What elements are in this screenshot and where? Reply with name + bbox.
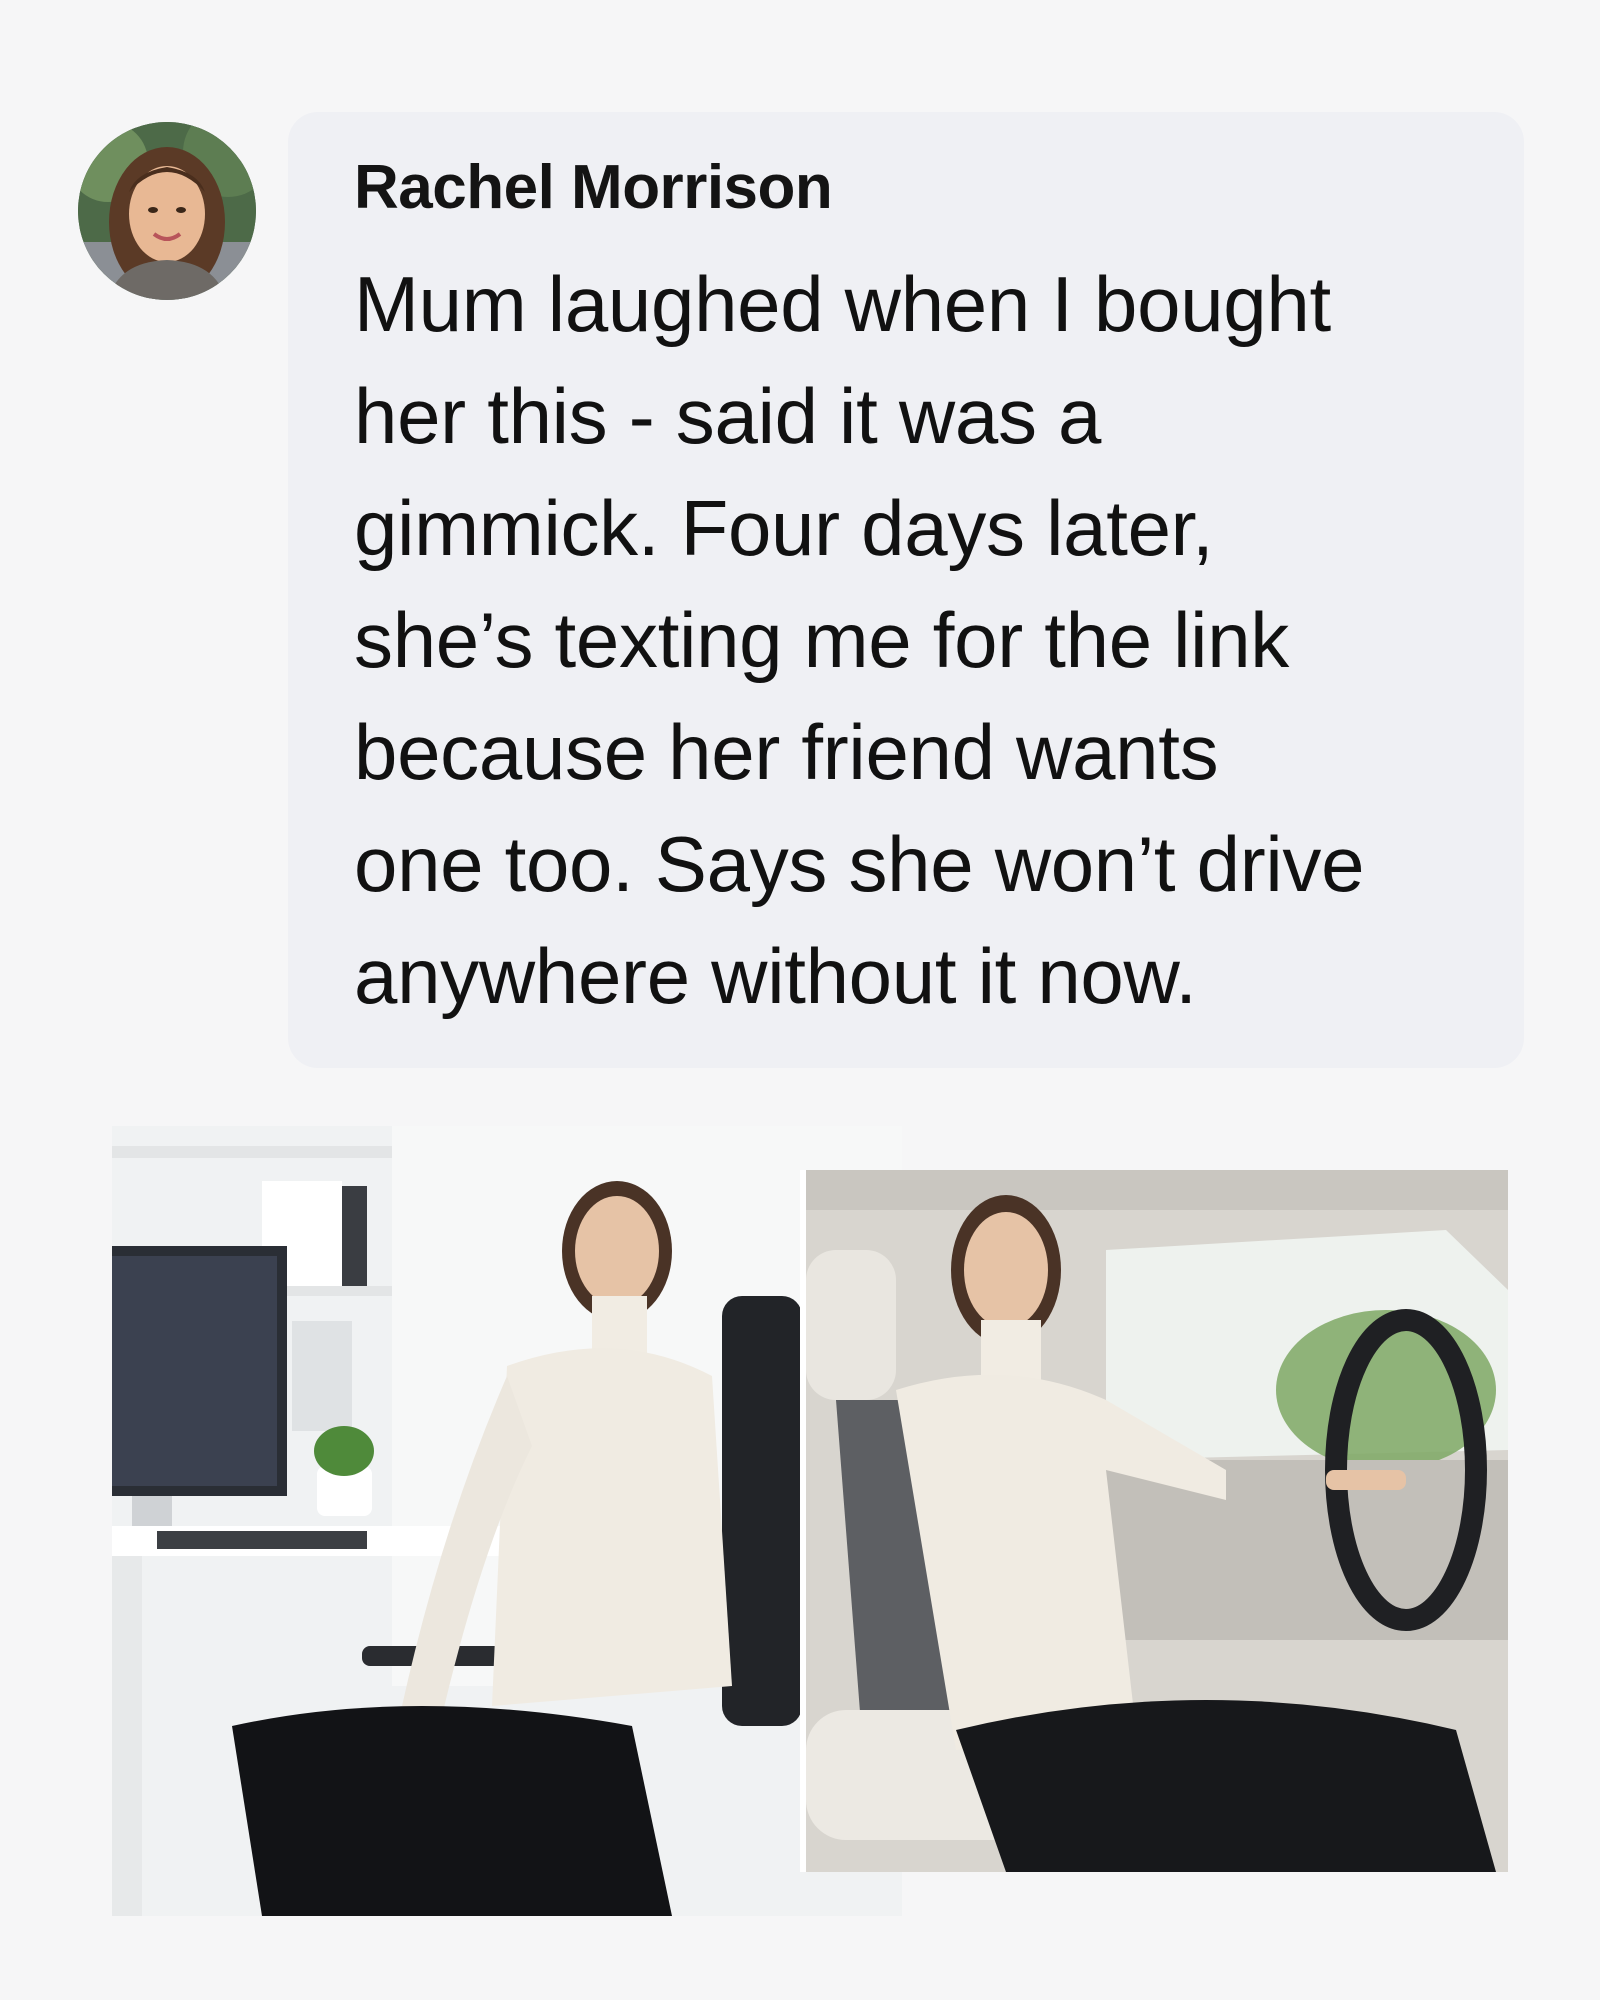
comment-line: anywhere without it now. — [354, 932, 1197, 1020]
woman-office-chair-photo-icon — [112, 1126, 902, 1916]
profile-photo-icon — [78, 122, 256, 300]
comment-line: because her friend wants — [354, 708, 1219, 796]
comment-line: her this - said it was a — [354, 372, 1102, 460]
comment-line: Mum laughed when I bought — [354, 260, 1331, 348]
comment-line: one too. Says she won’t drive — [354, 820, 1365, 908]
office-chair-photo[interactable] — [112, 1126, 902, 1916]
testimonial-card: Rachel Morrison Mum laughed when I bough… — [0, 0, 1600, 2000]
author-name[interactable]: Rachel Morrison — [354, 152, 833, 223]
comment-bubble: Rachel Morrison Mum laughed when I bough… — [288, 112, 1524, 1068]
comment-text: Mum laughed when I bought her this - sai… — [354, 248, 1474, 1032]
avatar[interactable] — [78, 122, 256, 300]
car-seat-photo[interactable] — [806, 1170, 1508, 1872]
comment-line: gimmick. Four days later, — [354, 484, 1214, 572]
woman-car-seat-photo-icon — [806, 1170, 1508, 1872]
comment-line: she’s texting me for the link — [354, 596, 1289, 684]
